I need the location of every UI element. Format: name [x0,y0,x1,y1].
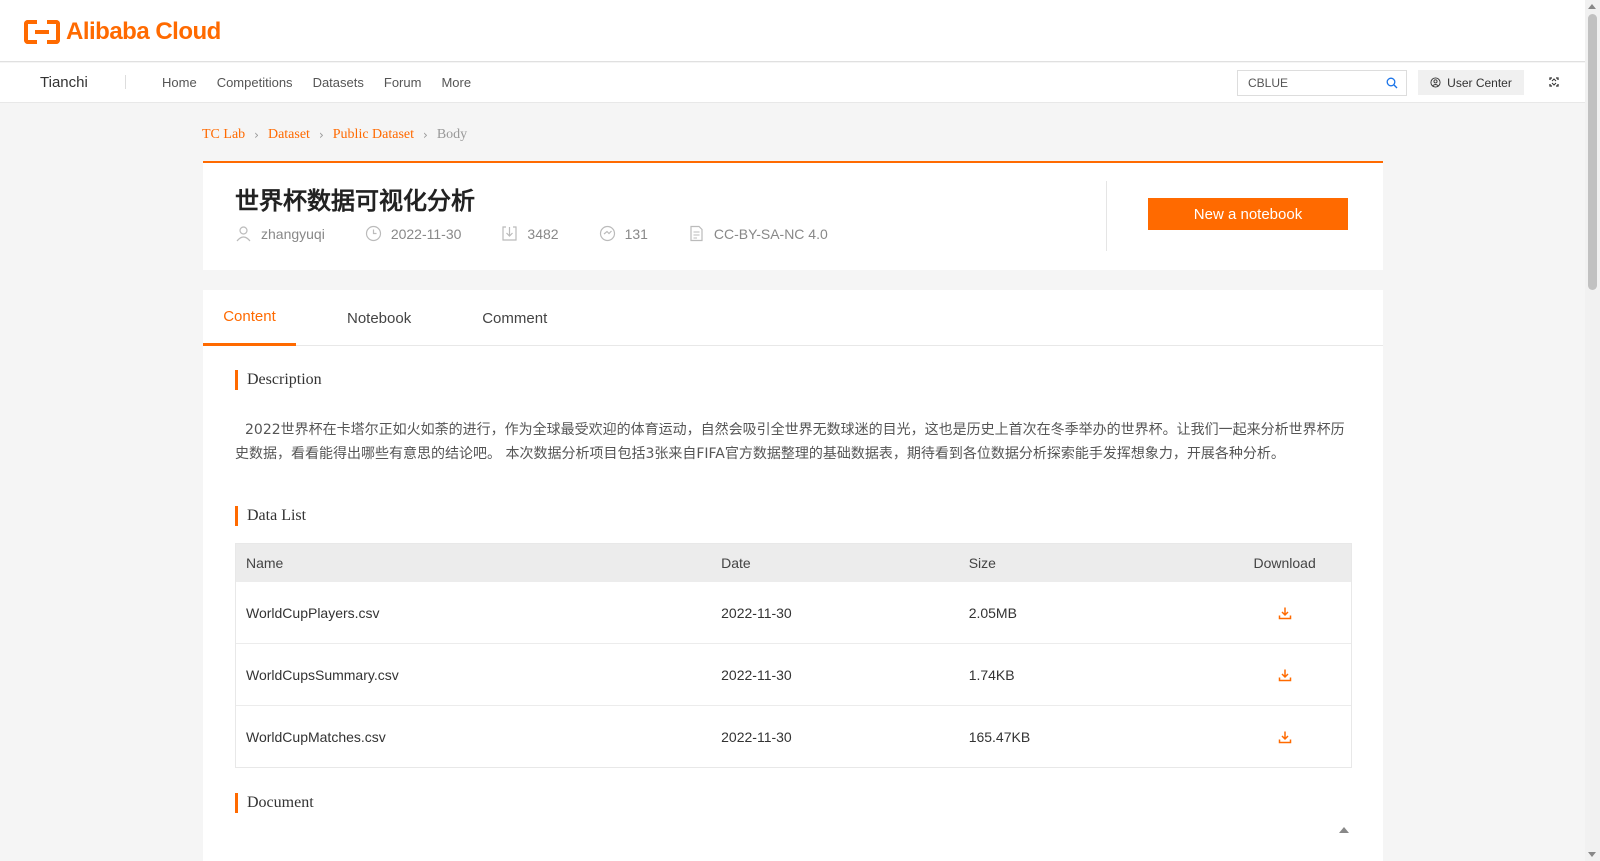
description-heading: Description [235,370,322,390]
alibaba-cloud-logo[interactable]: Alibaba Cloud [24,18,221,46]
user-icon [236,226,251,242]
file-date: 2022-11-30 [721,604,792,621]
table-row: WorldCupPlayers.csv 2022-11-30 2.05MB [236,581,1351,643]
document-icon [690,225,703,242]
user-center-label: User Center [1447,75,1512,90]
user-center-button[interactable]: User Center [1418,70,1524,95]
download-icon[interactable] [1278,606,1292,620]
dataset-content-card: Content Notebook Comment Description 202… [203,290,1383,861]
nav-bar: Tianchi Home Competitions Datasets Forum… [0,63,1585,103]
tab-content[interactable]: Content [203,290,296,346]
section-accent-bar [235,506,238,526]
breadcrumb-dataset[interactable]: Dataset [268,127,310,143]
scroll-thumb[interactable] [1588,14,1597,290]
publish-date: 2022-11-30 [390,225,462,242]
breadcrumb-public-dataset[interactable]: Public Dataset [333,127,414,143]
download-count-icon [502,226,518,241]
fullscreen-icon[interactable] [1547,75,1561,89]
section-accent-bar [235,370,238,390]
search-input[interactable] [1238,71,1373,95]
section-accent-bar [235,793,238,813]
scroll-down-arrow-icon[interactable] [1588,852,1596,857]
header-divider [1106,181,1107,251]
column-header-size: Size [968,554,996,571]
nav-links: Home Competitions Datasets Forum More [162,75,491,90]
column-header-name: Name [246,554,284,571]
download-cell [1218,606,1351,620]
nav-link-datasets[interactable]: Datasets [313,75,364,90]
nav-link-home[interactable]: Home [162,75,197,90]
download-cell [1218,668,1351,682]
file-date: 2022-11-30 [721,666,792,683]
data-list-table: Name Date Size Download WorldCupPlayers.… [235,543,1352,768]
description-title: Description [247,371,322,388]
table-header: Name Date Size Download [236,544,1351,581]
nav-link-competitions[interactable]: Competitions [217,75,293,90]
file-name: WorldCupMatches.csv [246,728,386,745]
search-box [1237,70,1407,96]
logo-text: Alibaba Cloud [66,18,221,45]
breadcrumb-tc-lab[interactable]: TC Lab [202,127,245,143]
collapse-arrow-icon[interactable] [1339,827,1349,833]
meta-author: zhangyuqi [235,225,325,242]
dataset-meta: zhangyuqi 2022-11-30 3482 131 CC-BY-SA-N… [235,225,868,242]
content-tabs: Content Notebook Comment [203,290,1383,346]
tab-notebook[interactable]: Notebook [347,290,411,346]
table-row: WorldCupsSummary.csv 2022-11-30 1.74KB [236,643,1351,705]
download-icon[interactable] [1278,730,1292,744]
breadcrumb: TC Lab › Dataset › Public Dataset › Body [202,127,467,143]
nav-divider [125,75,126,89]
file-name: WorldCupsSummary.csv [246,666,399,683]
download-icon[interactable] [1278,668,1292,682]
breadcrumb-current: Body [436,127,468,142]
table-row: WorldCupMatches.csv 2022-11-30 165.47KB [236,705,1351,767]
column-header-date: Date [721,554,751,571]
column-header-download: Download [1253,554,1316,571]
views-icon [599,225,615,242]
meta-license: CC-BY-SA-NC 4.0 [688,225,828,242]
file-date: 2022-11-30 [721,728,792,745]
nav-link-more[interactable]: More [441,75,471,90]
file-name: WorldCupPlayers.csv [246,604,380,621]
logo-bar: Alibaba Cloud [0,0,1585,62]
alibaba-logo-icon [24,20,60,44]
chevron-right-icon: › [318,128,324,142]
clock-icon [365,225,381,242]
chevron-right-icon: › [254,128,259,142]
tab-comment[interactable]: Comment [482,290,547,346]
page-scrollbar[interactable] [1585,0,1600,861]
scroll-up-arrow-icon[interactable] [1588,4,1596,9]
download-cell [1218,730,1351,744]
new-notebook-button[interactable]: New a notebook [1148,198,1348,230]
meta-downloads: 3482 [501,225,559,242]
user-circle-icon [1430,77,1441,88]
data-list-heading: Data List [235,506,306,526]
document-heading: Document [235,793,314,813]
view-count: 131 [624,225,648,242]
download-count: 3482 [527,225,559,242]
author-name[interactable]: zhangyuqi [261,226,325,242]
brand-tianchi[interactable]: Tianchi [40,74,88,91]
search-icon[interactable] [1386,77,1398,89]
chevron-right-icon: › [423,128,428,142]
document-title: Document [247,794,314,811]
meta-views: 131 [599,225,648,242]
file-size: 1.74KB [968,666,1015,683]
description-text: 2022世界杯在卡塔尔正如火如荼的进行，作为全球最受欢迎的体育运动，自然会吸引全… [235,422,1345,462]
data-list-title: Data List [247,507,307,524]
nav-link-forum[interactable]: Forum [384,75,422,90]
license-text: CC-BY-SA-NC 4.0 [713,225,828,242]
dataset-title: 世界杯数据可视化分析 [235,187,475,215]
file-size: 165.47KB [968,728,1031,745]
dataset-header-card: 世界杯数据可视化分析 zhangyuqi 2022-11-30 3482 131… [203,161,1383,270]
meta-date: 2022-11-30 [365,225,462,242]
file-size: 2.05MB [968,604,1017,621]
